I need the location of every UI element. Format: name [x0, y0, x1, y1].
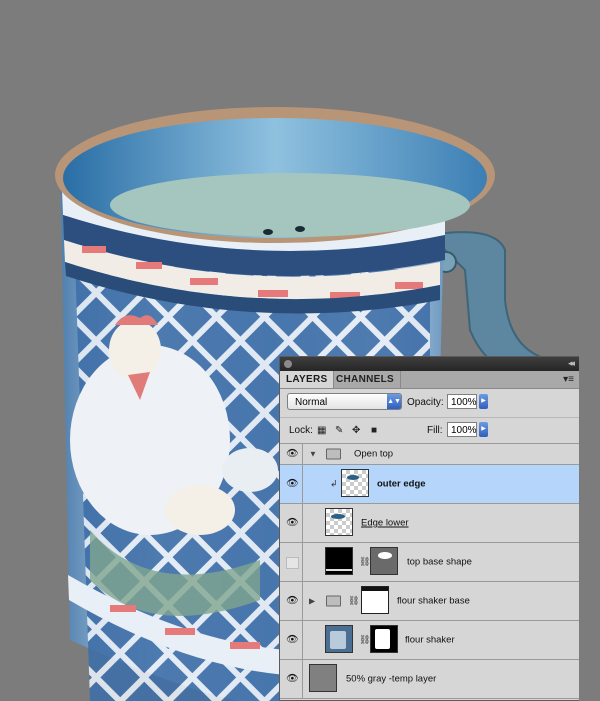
layer-thumbnail: [325, 547, 353, 575]
layer-mask-thumbnail[interactable]: [361, 586, 389, 614]
layer-name: 50% gray -temp layer: [346, 673, 437, 685]
tab-layers[interactable]: LAYERS: [280, 371, 335, 388]
lock-image-icon[interactable]: ✎: [335, 425, 343, 436]
blend-mode-value: Normal: [295, 397, 328, 408]
lock-position-icon[interactable]: ✥: [352, 425, 360, 436]
lock-transparency-icon[interactable]: ▦: [317, 425, 326, 436]
panel-collapse-icon[interactable]: ◂◂: [568, 358, 575, 369]
visibility-toggle[interactable]: 👁: [280, 444, 303, 464]
eye-icon: 👁: [286, 673, 299, 685]
layer-name: flour shaker base: [397, 595, 470, 607]
link-chain-icon[interactable]: ⛓: [359, 635, 370, 646]
fill-field[interactable]: 100%: [447, 422, 477, 437]
fill-dropdown-icon[interactable]: ▶: [479, 422, 488, 437]
folder-icon: [326, 448, 341, 460]
layer-name: Open top: [354, 448, 394, 460]
panel-menu-icon[interactable]: ▾≡: [563, 374, 574, 385]
visibility-toggle[interactable]: 👁: [280, 621, 303, 659]
opacity-field[interactable]: 100%: [447, 394, 477, 409]
layer-row-edge-lower[interactable]: 👁 Edge lower: [280, 504, 579, 543]
expand-triangle-icon[interactable]: ▼: [309, 450, 317, 459]
visibility-toggle[interactable]: 👁: [280, 582, 303, 620]
opacity-dropdown-icon[interactable]: ▶: [479, 394, 488, 409]
layer-row-outer-edge[interactable]: 👁 ↲ outer edge: [280, 465, 579, 504]
blend-mode-select[interactable]: Normal ▲▼: [287, 393, 402, 410]
folder-icon: [326, 595, 341, 607]
layer-row-top-base-shape[interactable]: 👁 ⛓ top base shape: [280, 543, 579, 582]
eye-icon: 👁: [286, 448, 299, 460]
opacity-label: Opacity:: [407, 397, 444, 408]
eye-icon: 👁: [286, 595, 299, 607]
blend-mode-arrows-icon: ▲▼: [387, 394, 401, 409]
tab-channels[interactable]: CHANNELS: [330, 371, 401, 388]
visibility-toggle[interactable]: 👁: [280, 504, 303, 542]
visibility-toggle[interactable]: 👁: [280, 543, 303, 581]
lock-all-icon[interactable]: ■: [371, 425, 377, 436]
layer-row-flour-shaker[interactable]: 👁 ⛓ flour shaker: [280, 621, 579, 660]
lock-row: Lock: ▦ ✎ ✥ ■ Fill: 100% ▶: [280, 418, 579, 444]
layer-name: outer edge: [377, 478, 426, 490]
layer-thumbnail: [309, 664, 337, 692]
layer-thumbnail: [325, 508, 353, 536]
lock-label: Lock:: [289, 425, 313, 436]
visibility-toggle[interactable]: 👁: [280, 660, 303, 698]
layer-row-50-gray-temp[interactable]: 👁 50% gray -temp layer: [280, 660, 579, 699]
visibility-toggle[interactable]: 👁: [280, 465, 303, 503]
layers-list: 👁 ▼ Open top 👁 ↲ outer edge 👁 Edge lower…: [280, 444, 579, 699]
layer-name: Edge lower: [361, 517, 409, 529]
link-chain-icon[interactable]: ⛓: [359, 557, 370, 568]
clipping-arrow-icon: ↲: [330, 478, 338, 489]
expand-triangle-icon[interactable]: ▶: [309, 597, 315, 606]
layer-name: top base shape: [407, 556, 472, 568]
fill-label: Fill:: [427, 425, 443, 436]
layer-thumbnail: [325, 625, 353, 653]
panel-close-icon[interactable]: [284, 360, 292, 368]
layer-row-open-top[interactable]: 👁 ▼ Open top: [280, 444, 579, 465]
eye-icon: 👁: [286, 478, 299, 490]
eye-icon: 👁: [286, 517, 299, 529]
link-chain-icon[interactable]: ⛓: [348, 596, 359, 607]
layer-mask-thumbnail[interactable]: [370, 547, 398, 575]
layer-row-flour-shaker-base[interactable]: 👁 ▶ ⛓ flour shaker base: [280, 582, 579, 621]
panel-tabs: LAYERS CHANNELS ▾≡: [280, 371, 579, 389]
blend-row: Normal ▲▼ Opacity: 100% ▶: [280, 389, 579, 418]
eye-icon: 👁: [286, 634, 299, 646]
layers-panel: ◂◂ LAYERS CHANNELS ▾≡ Normal ▲▼ Opacity:…: [279, 356, 579, 701]
layer-thumbnail: [341, 469, 369, 497]
layer-name: flour shaker: [405, 634, 455, 646]
panel-titlebar[interactable]: ◂◂: [280, 357, 579, 371]
layer-mask-thumbnail[interactable]: [370, 625, 398, 653]
